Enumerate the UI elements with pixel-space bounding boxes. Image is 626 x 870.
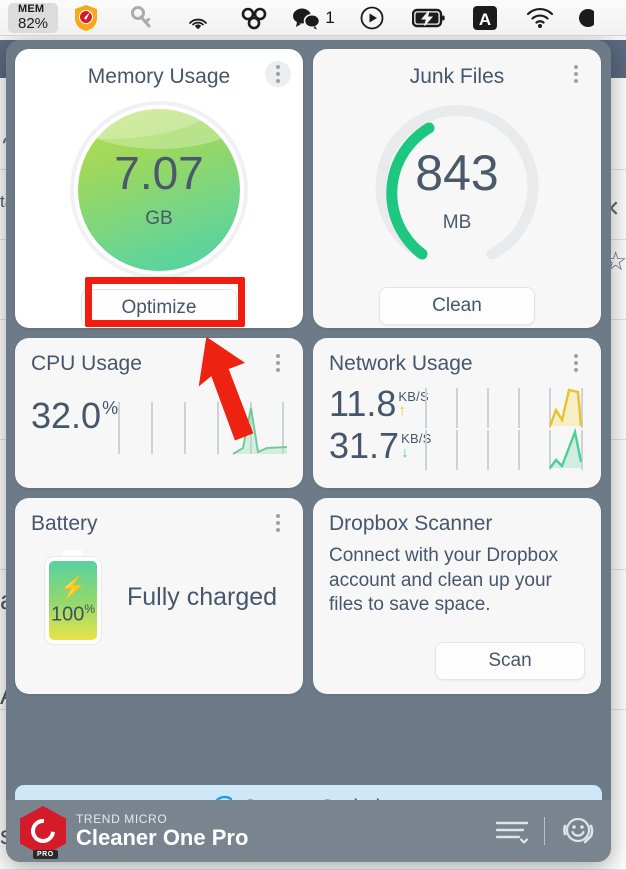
card-cpu-usage: CPU Usage 32.0 % — [15, 338, 303, 488]
battery-percent-symbol: % — [84, 602, 95, 616]
battery-body: ⚡ 100% — [45, 557, 101, 644]
battery-card-menu-icon[interactable] — [265, 510, 291, 536]
memory-indicator-value: 82% — [18, 16, 48, 31]
memory-gauge: 7.07 GB — [74, 105, 244, 275]
network-upload-sparkline — [423, 386, 585, 430]
trend-micro-logo-icon: PRO — [20, 806, 66, 856]
brand-block: TREND MICRO Cleaner One Pro — [76, 813, 248, 849]
card-battery: Battery ⚡ 100% Fully charged — [15, 498, 303, 694]
upload-arrow-icon: ↑ — [398, 403, 406, 418]
clean-button[interactable]: Clean — [379, 287, 535, 325]
charging-bolt-icon: ⚡ — [59, 577, 86, 599]
junk-value: 843 — [415, 148, 498, 198]
scan-button[interactable]: Scan — [435, 642, 585, 680]
network-card-menu-icon[interactable] — [563, 350, 589, 376]
brand-company: TREND MICRO — [76, 813, 248, 826]
battery-percent: 100% — [51, 603, 95, 625]
airdrop-icon[interactable] — [170, 0, 226, 36]
support-smiley-icon[interactable] — [559, 812, 597, 850]
memory-indicator[interactable]: MEM 82% — [8, 3, 58, 33]
memory-unit: GB — [145, 208, 172, 230]
card-junk-files: Junk Files 843 MB Clean — [313, 49, 601, 328]
cpu-metric-row: 32.0 % — [31, 398, 287, 434]
dropbox-description: Connect with your Dropbox account and cl… — [329, 544, 585, 618]
junk-unit: MB — [443, 212, 472, 234]
battery-charging-icon[interactable] — [400, 0, 458, 36]
popup-content: Memory Usage 7.07 GB Optimize — [6, 40, 611, 802]
input-source-a-icon[interactable]: A — [458, 0, 512, 36]
cpu-value: 32.0 — [31, 398, 101, 434]
svg-text:A: A — [479, 10, 491, 29]
menubar-overflow-icon[interactable] — [568, 0, 598, 36]
optimize-button[interactable]: Optimize — [81, 289, 237, 327]
wechat-icon[interactable]: 1 — [282, 0, 344, 36]
network-upload-row: 11.8 KB/S ↑ — [329, 386, 585, 422]
card-junk-title: Junk Files — [313, 65, 601, 89]
footer-divider — [544, 817, 545, 845]
battery-icon: ⚡ 100% — [45, 550, 101, 644]
brand-product: Cleaner One Pro — [76, 826, 248, 849]
junk-gauge-readout: 843 MB — [372, 103, 542, 273]
cleaner-one-popup-panel: Memory Usage 7.07 GB Optimize — [6, 40, 611, 862]
card-dropbox-scanner: Dropbox Scanner Connect with your Dropbo… — [313, 498, 601, 694]
card-memory-usage: Memory Usage 7.07 GB Optimize — [15, 49, 303, 328]
trend-micro-shield-icon[interactable] — [58, 0, 114, 36]
memory-indicator-label: MEM — [18, 4, 44, 15]
network-download-row: 31.7 KB/S ↓ — [329, 428, 585, 464]
memory-gauge-readout: 7.07 GB — [74, 105, 244, 275]
junk-card-menu-icon[interactable] — [563, 61, 589, 87]
junk-gauge: 843 MB — [372, 103, 542, 273]
network-upload-value: 11.8 — [329, 386, 396, 422]
network-download-value: 31.7 — [329, 428, 399, 464]
macos-menubar: MEM 82% — [0, 0, 626, 36]
download-arrow-icon: ↓ — [401, 445, 409, 460]
bluetooth-rings-icon[interactable] — [226, 0, 282, 36]
app-footer: PRO TREND MICRO Cleaner One Pro — [6, 800, 611, 862]
card-network-title: Network Usage — [329, 352, 585, 376]
card-memory-title: Memory Usage — [15, 65, 303, 89]
cpu-sparkline — [115, 398, 287, 460]
key-icon[interactable] — [114, 0, 170, 36]
battery-status-text: Fully charged — [127, 583, 277, 612]
battery-status-row: ⚡ 100% Fully charged — [31, 550, 287, 644]
cpu-card-menu-icon[interactable] — [265, 350, 291, 376]
footer-actions — [494, 812, 597, 850]
memory-card-menu-icon[interactable] — [265, 61, 291, 87]
hamburger-menu-icon[interactable] — [494, 816, 530, 846]
dashboard-card-grid: Memory Usage 7.07 GB Optimize — [15, 49, 602, 694]
network-download-sparkline — [423, 428, 585, 472]
card-cpu-title: CPU Usage — [31, 352, 287, 376]
wechat-badge-count: 1 — [325, 8, 334, 28]
card-network-usage: Network Usage 11.8 KB/S ↑ — [313, 338, 601, 488]
wifi-icon[interactable] — [512, 0, 568, 36]
card-battery-title: Battery — [31, 512, 287, 536]
memory-value: 7.07 — [114, 150, 204, 196]
logo-pro-badge: PRO — [33, 850, 58, 859]
card-dropbox-title: Dropbox Scanner — [329, 512, 585, 536]
play-circle-icon[interactable] — [344, 0, 400, 36]
